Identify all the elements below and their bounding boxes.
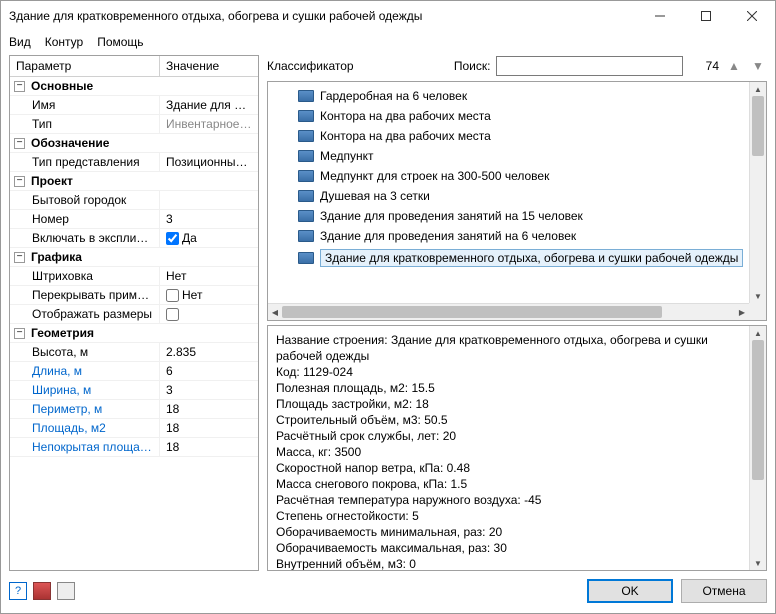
prop-width[interactable]: Ширина, м3 (10, 381, 258, 400)
scroll-right-icon[interactable]: ▶ (735, 304, 749, 320)
detail-panel: Название строения: Здание для кратковрем… (267, 325, 767, 571)
tree-horizontal-scrollbar[interactable]: ◀▶ (268, 303, 749, 320)
arrow-up-icon[interactable]: ▲ (725, 57, 743, 75)
property-header: Параметр Значение (10, 56, 258, 77)
tree-item[interactable]: Контора на два рабочих места (268, 106, 749, 126)
classifier-label: Классификатор (267, 59, 354, 73)
titlebar: Здание для кратковременного отдыха, обог… (1, 1, 775, 31)
classifier-bar: Классификатор Поиск: 74 ▲ ▼ (267, 55, 767, 77)
group-main[interactable]: −Основные (10, 77, 258, 96)
scroll-down-icon[interactable]: ▼ (750, 556, 766, 570)
showdims-checkbox[interactable] (166, 308, 179, 321)
header-value: Значение (160, 56, 225, 76)
tree-vertical-scrollbar[interactable]: ▲▼ (749, 82, 766, 303)
building-icon (298, 252, 314, 264)
close-button[interactable] (729, 1, 775, 31)
include-checkbox[interactable] (166, 232, 179, 245)
detail-vertical-scrollbar[interactable]: ▲▼ (749, 326, 766, 570)
cancel-button[interactable]: Отмена (681, 579, 767, 603)
building-icon (298, 210, 314, 222)
group-graphics[interactable]: −Графика (10, 248, 258, 267)
tree-item[interactable]: Гардеробная на 6 человек (268, 86, 749, 106)
prop-include[interactable]: Включать в экспликациюДа (10, 229, 258, 248)
search-input[interactable] (496, 56, 683, 76)
prop-name[interactable]: ИмяЗдание для … (10, 96, 258, 115)
minimize-button[interactable] (637, 1, 683, 31)
arrow-down-icon[interactable]: ▼ (749, 57, 767, 75)
tree-item[interactable]: Медпункт (268, 146, 749, 166)
property-grid[interactable]: Параметр Значение −Основные ИмяЗдание дл… (9, 55, 259, 571)
prop-type[interactable]: ТипИнвентарное… (10, 115, 258, 134)
detail-text: Название строения: Здание для кратковрем… (268, 326, 749, 570)
prop-camp[interactable]: Бытовой городок (10, 191, 258, 210)
prop-height[interactable]: Высота, м2.835 (10, 343, 258, 362)
collapse-icon[interactable]: − (14, 328, 25, 339)
menu-view[interactable]: Вид (9, 35, 31, 49)
prop-perimeter[interactable]: Периметр, м18 (10, 400, 258, 419)
tool-icon-3[interactable] (57, 582, 75, 600)
tool-icon-2[interactable] (33, 582, 51, 600)
scroll-down-icon[interactable]: ▼ (750, 289, 766, 303)
search-label: Поиск: (454, 59, 491, 73)
scroll-up-icon[interactable]: ▲ (750, 326, 766, 340)
collapse-icon[interactable]: − (14, 138, 25, 149)
maximize-button[interactable] (683, 1, 729, 31)
prop-area[interactable]: Площадь, м218 (10, 419, 258, 438)
prop-showdims[interactable]: Отображать размеры (10, 305, 258, 324)
tree-item-selected[interactable]: Здание для кратковременного отдыха, обог… (268, 246, 749, 270)
building-icon (298, 90, 314, 102)
group-project[interactable]: −Проект (10, 172, 258, 191)
scrollbar-thumb[interactable] (282, 306, 662, 318)
building-icon (298, 150, 314, 162)
window-title: Здание для кратковременного отдыха, обог… (9, 9, 637, 23)
prop-repr-type[interactable]: Тип представленияПозиционны… (10, 153, 258, 172)
group-geometry[interactable]: −Геометрия (10, 324, 258, 343)
menubar: Вид Контур Помощь (1, 31, 775, 53)
prop-hatch[interactable]: ШтриховкаНет (10, 267, 258, 286)
collapse-icon[interactable]: − (14, 252, 25, 263)
scroll-left-icon[interactable]: ◀ (268, 304, 282, 320)
scrollbar-thumb[interactable] (752, 340, 764, 480)
overlap-checkbox[interactable] (166, 289, 179, 302)
prop-overlap[interactable]: Перекрывать примитивыНет (10, 286, 258, 305)
menu-help[interactable]: Помощь (97, 35, 143, 49)
footer: ? OK Отмена (9, 577, 767, 605)
header-param: Параметр (10, 56, 160, 76)
scrollbar-thumb[interactable] (752, 96, 764, 156)
tree-item[interactable]: Здание для проведения занятий на 15 чело… (268, 206, 749, 226)
prop-length[interactable]: Длина, м6 (10, 362, 258, 381)
collapse-icon[interactable]: − (14, 176, 25, 187)
building-icon (298, 190, 314, 202)
collapse-icon[interactable]: − (14, 81, 25, 92)
menu-contour[interactable]: Контур (45, 35, 83, 49)
prop-uncovered-area[interactable]: Непокрытая площадь, м218 (10, 438, 258, 457)
ok-button[interactable]: OK (587, 579, 673, 603)
scrollbar-corner (749, 303, 766, 320)
result-count: 74 (689, 59, 719, 73)
tree-item[interactable]: Здание для проведения занятий на 6 челов… (268, 226, 749, 246)
tree-item[interactable]: Контора на два рабочих места (268, 126, 749, 146)
building-icon (298, 130, 314, 142)
help-icon[interactable]: ? (9, 582, 27, 600)
tree-item[interactable]: Душевая на 3 сетки (268, 186, 749, 206)
prop-number[interactable]: Номер3 (10, 210, 258, 229)
group-designation[interactable]: −Обозначение (10, 134, 258, 153)
tree-item[interactable]: Медпункт для строек на 300-500 человек (268, 166, 749, 186)
building-icon (298, 170, 314, 182)
building-icon (298, 110, 314, 122)
classifier-tree[interactable]: Гардеробная на 6 человек Контора на два … (267, 81, 767, 321)
building-icon (298, 230, 314, 242)
scroll-up-icon[interactable]: ▲ (750, 82, 766, 96)
